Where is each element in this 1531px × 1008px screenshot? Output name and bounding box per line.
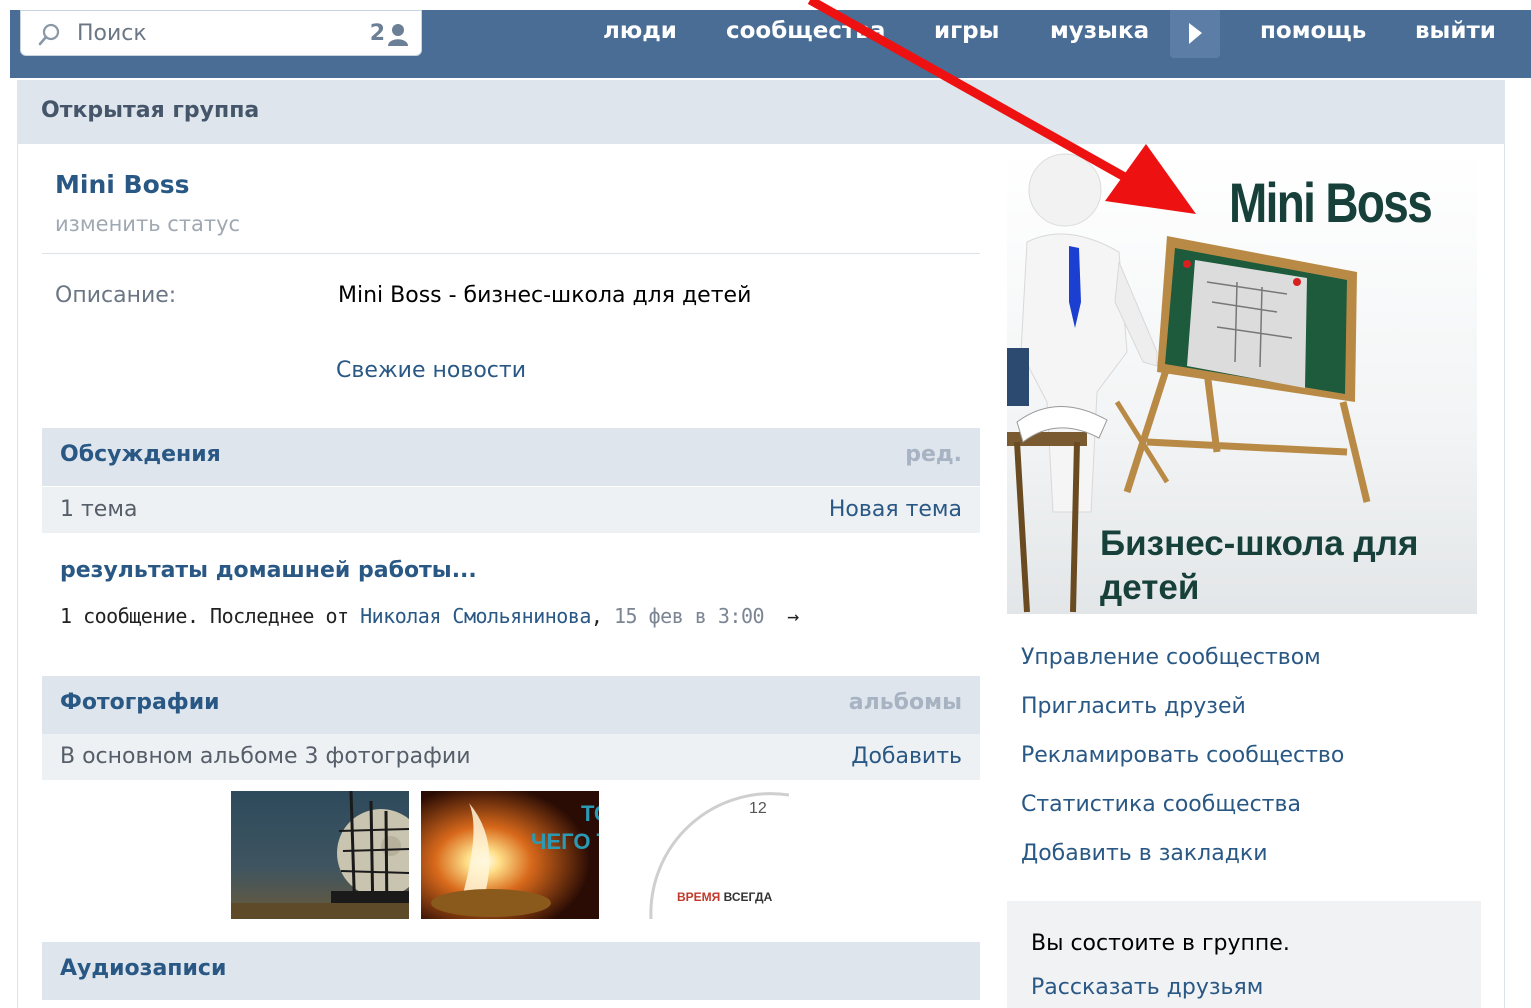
description-label: Описание:: [55, 283, 177, 308]
photo-clock-image: 12 ВРЕМЯ ВСЕГДА: [611, 791, 789, 919]
divider: [42, 253, 980, 254]
nav-music[interactable]: музыка: [1050, 18, 1149, 44]
go-to-last-arrow[interactable]: →: [787, 604, 799, 628]
advertise-community-link[interactable]: Рекламировать сообщество: [1021, 743, 1344, 768]
photos-summary: В основном альбоме 3 фотографии: [60, 744, 471, 769]
photo-moon-ship-image: [231, 791, 409, 919]
add-photo-link[interactable]: Добавить: [851, 744, 962, 769]
topic-date-link[interactable]: 15 фев в 3:00: [614, 604, 765, 628]
albums-link[interactable]: альбомы: [849, 690, 962, 715]
discussions-header: Обсуждения ред.: [42, 428, 980, 486]
audio-header: Аудиозаписи: [42, 942, 980, 1000]
photos-header: Фотографии альбомы: [42, 676, 980, 734]
discussions-subbar: 1 тема Новая тема: [42, 487, 980, 533]
photo-thumb-moon-ship[interactable]: [231, 791, 409, 919]
membership-status: Вы состоите в группе.: [1031, 931, 1290, 956]
content-left-border: [17, 144, 18, 1008]
topic-meta: 1 сообщение. Последнее от Николая Смолья…: [60, 604, 799, 628]
discussions-title[interactable]: Обсуждения: [60, 442, 221, 467]
search-placeholder: Поиск: [77, 21, 147, 46]
search-icon: [38, 23, 60, 46]
audio-title[interactable]: Аудиозаписи: [60, 956, 226, 981]
user-icon[interactable]: [387, 23, 409, 47]
fresh-news-link[interactable]: Свежие новости: [336, 358, 526, 383]
photo-lamp-image: ТО ЧЕГО Т: [421, 791, 599, 919]
invite-friends-link[interactable]: Пригласить друзей: [1021, 694, 1246, 719]
new-topic-link[interactable]: Новая тема: [829, 497, 962, 522]
page-root: Поиск 2 люди сообщества игры музыка помо…: [0, 0, 1531, 1008]
banner-subtitle-line1: Бизнес-школа для: [1100, 524, 1419, 563]
description-value: Mini Boss - бизнес-школа для детей: [338, 283, 752, 308]
thumb-clock-number: 12: [749, 800, 767, 817]
photo-thumb-lamp[interactable]: ТО ЧЕГО Т: [421, 791, 599, 919]
photos-subbar: В основном альбоме 3 фотографии Добавить: [42, 734, 980, 780]
topics-count: 1 тема: [60, 497, 138, 522]
nav-people[interactable]: люди: [603, 18, 677, 44]
music-play-button[interactable]: [1170, 10, 1220, 58]
thumb-clock-caption-red: ВРЕМЯ: [677, 890, 720, 904]
thumb-lamp-text-2: ЧЕГО Т: [531, 829, 599, 854]
thumb-clock-caption: ВРЕМЯ ВСЕГДА: [677, 890, 773, 904]
discussions-edit-link[interactable]: ред.: [905, 442, 962, 467]
group-name: Mini Boss: [55, 170, 190, 199]
manage-community-link[interactable]: Управление сообществом: [1021, 645, 1321, 670]
community-stats-link[interactable]: Статистика сообщества: [1021, 792, 1301, 817]
topic-meta-sep: ,: [590, 604, 614, 628]
photos-title[interactable]: Фотографии: [60, 690, 220, 715]
topic-link[interactable]: результаты домашней работы...: [60, 558, 477, 583]
thumb-clock-caption-dark: ВСЕГДА: [720, 890, 772, 904]
notification-count[interactable]: 2: [370, 21, 385, 46]
group-avatar-banner[interactable]: Mini Boss Бизнес-школа для детей: [1007, 152, 1477, 614]
tell-friends-link[interactable]: Рассказать друзьям: [1031, 975, 1263, 1000]
nav-help[interactable]: помощь: [1260, 18, 1366, 44]
topic-meta-prefix: 1 сообщение. Последнее от: [60, 604, 361, 628]
add-bookmark-link[interactable]: Добавить в закладки: [1021, 841, 1268, 866]
top-bar: Поиск 2 люди сообщества игры музыка помо…: [10, 10, 1531, 78]
photo-thumb-clock[interactable]: 12 ВРЕМЯ ВСЕГДА: [611, 791, 789, 919]
banner-subtitle-line2: детей: [1100, 568, 1200, 607]
search-input[interactable]: Поиск 2: [20, 10, 422, 56]
play-icon: [1189, 23, 1202, 44]
nav-logout[interactable]: выйти: [1415, 18, 1496, 44]
banner-title: Mini Boss: [1229, 171, 1433, 234]
content-right-border: [1504, 144, 1505, 1008]
page-header: Открытая группа: [17, 80, 1505, 144]
nav-games[interactable]: игры: [934, 18, 999, 44]
group-type-title: Открытая группа: [41, 98, 260, 123]
thumb-lamp-text-1: ТО: [581, 801, 599, 826]
membership-box: Вы состоите в группе. Рассказать друзьям: [1007, 901, 1481, 1008]
change-status-link[interactable]: изменить статус: [55, 212, 240, 236]
topic-author-link[interactable]: Николая Смольянинова: [360, 604, 591, 628]
nav-communities[interactable]: сообщества: [726, 18, 885, 44]
